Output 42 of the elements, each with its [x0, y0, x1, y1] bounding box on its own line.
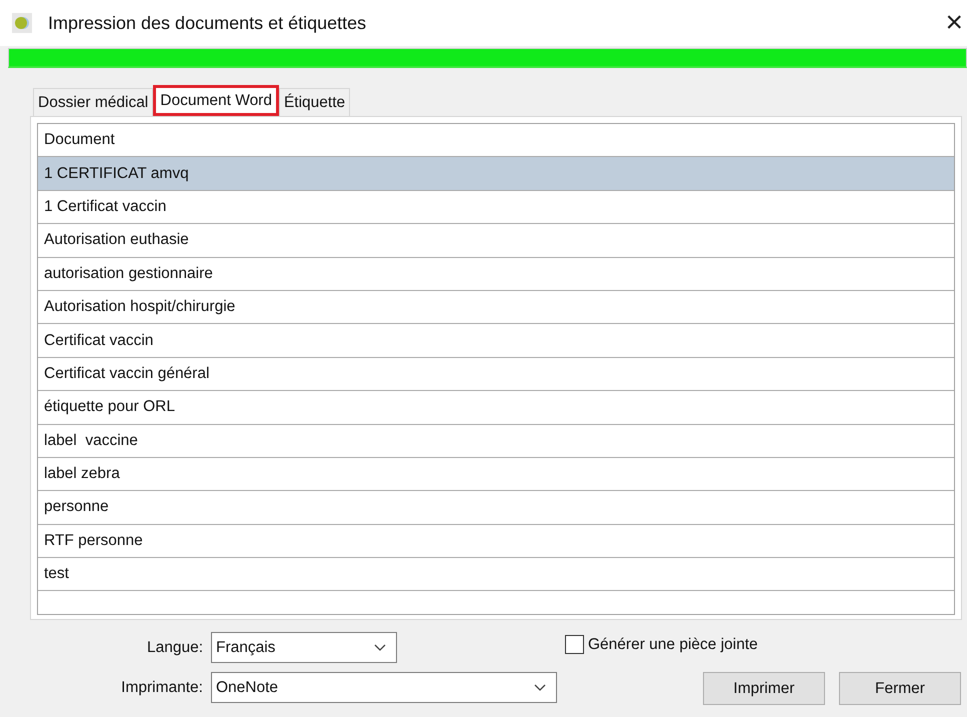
printer-label: Imprimante: [120, 678, 203, 696]
checkbox[interactable] [565, 635, 584, 654]
printer-dropdown[interactable]: OneNote [211, 672, 557, 703]
table-cell: étiquette pour ORL [44, 398, 175, 416]
table-cell: 1 CERTIFICAT amvq [44, 164, 189, 183]
table-cell: test [44, 565, 69, 584]
table-cell: Autorisation hospit/chirurgie [44, 298, 236, 316]
table-row[interactable]: étiquette pour ORL [38, 391, 954, 425]
table-cell: Autorisation euthasie [44, 231, 189, 250]
window-title: Impression des documents et étiquettes [48, 12, 366, 34]
table-row[interactable]: Certificat vaccin [38, 324, 954, 358]
table-row[interactable]: Autorisation euthasie [38, 224, 954, 258]
language-dropdown[interactable]: Français [211, 632, 397, 663]
tab[interactable]: Étiquette [278, 88, 350, 116]
table-row[interactable]: Autorisation hospit/chirurgie [38, 290, 954, 324]
chevron-down-icon [374, 644, 386, 651]
table-row[interactable]: autorisation gestionnaire [38, 258, 954, 291]
table-cell: label zebra [44, 465, 120, 484]
close-button[interactable]: × [945, 8, 967, 38]
table-row[interactable]: 1 Certificat vaccin [38, 190, 954, 224]
tab[interactable]: Document Word [153, 85, 279, 116]
table-row[interactable]: label vaccine [38, 424, 954, 458]
chevron-down-icon [534, 684, 546, 691]
tab[interactable]: Dossier médical [33, 88, 154, 116]
table-cell: autorisation gestionnaire [44, 264, 213, 283]
dialog-button[interactable]: Imprimer [703, 672, 825, 705]
table-row[interactable]: Certificat vaccin général [38, 358, 954, 392]
table-cell: RTF personne [44, 532, 143, 550]
table-cell: Certificat vaccin [44, 332, 154, 350]
table-cell: personne [44, 498, 109, 516]
table-row[interactable]: 1 CERTIFICAT amvq [38, 157, 954, 191]
table-row[interactable]: RTF personne [38, 524, 954, 558]
table-row[interactable]: label zebra [38, 458, 954, 492]
table-cell: 1 Certificat vaccin [44, 198, 166, 216]
checkbox-label: Générer une pièce jointe [588, 636, 758, 654]
table-cell: label vaccine [44, 432, 138, 450]
dialog-button[interactable]: Fermer [839, 672, 961, 705]
table-row[interactable]: test [38, 558, 954, 592]
language-label: Langue: [146, 638, 203, 656]
table-cell: Certificat vaccin général [44, 364, 210, 383]
app-icon [12, 13, 32, 33]
table-row[interactable]: personne [38, 491, 954, 525]
